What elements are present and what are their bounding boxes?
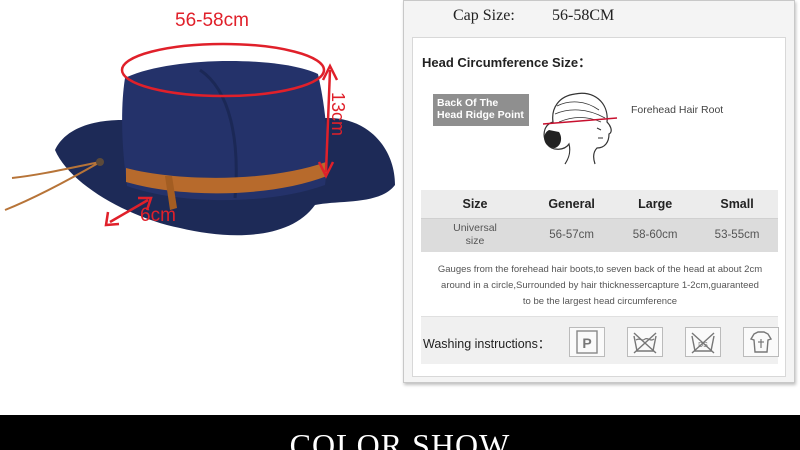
size-chart-panel: Cap Size: 56-58CM Head Circumference Siz… xyxy=(403,0,795,383)
head-circumference-title: Head Circumference Size： xyxy=(422,55,592,70)
size-table-header-row: Size General Large Small xyxy=(421,190,778,219)
general-header: General xyxy=(529,190,615,219)
small-size-cell: 53-55cm xyxy=(696,218,778,252)
large-size-cell: 58-60cm xyxy=(614,218,697,252)
cap-size-row: Cap Size: 56-58CM xyxy=(404,1,794,35)
size-chart-card: Head Circumference Size： Back Of The Hea… xyxy=(412,37,786,377)
measurement-note-line1: Gauges from the forehead hair boots,to s… xyxy=(437,264,763,275)
hat-illustration: 56-58cm 13cm 6cm xyxy=(0,0,400,270)
hang-dry-icon xyxy=(743,327,779,357)
size-header: Size xyxy=(421,190,529,219)
table-row: Universal size 56-57cm 58-60cm 53-55cm xyxy=(421,218,778,252)
head-sketch-icon xyxy=(542,92,618,165)
universal-size-line1: Universal xyxy=(453,222,497,235)
cap-size-label: Cap Size: xyxy=(453,7,515,24)
back-of-head-line2: Head Ridge Point xyxy=(437,109,524,121)
do-not-wash-icon xyxy=(627,327,663,357)
brim-width-label: 6cm xyxy=(140,205,176,226)
measurement-note: Gauges from the forehead hair boots,to s… xyxy=(425,262,775,310)
back-of-head-line1: Back Of The xyxy=(437,97,499,109)
general-size-cell: 56-57cm xyxy=(529,218,615,252)
height-label: 13cm xyxy=(328,92,348,137)
cap-size-value: 56-58CM xyxy=(552,7,615,24)
color-show-banner: COLOR SHOW xyxy=(0,415,800,450)
large-header: Large xyxy=(614,190,697,219)
color-show-title: COLOR SHOW xyxy=(289,427,511,450)
universal-size-cell: Universal size xyxy=(421,218,529,252)
dry-clean-p-text: P xyxy=(582,335,591,351)
do-not-tumble-dry-icon: DS xyxy=(685,327,721,357)
measurement-note-line3: to be the largest head circumference xyxy=(522,296,678,307)
dry-clean-p-icon: P xyxy=(569,327,605,357)
size-table: Size General Large Small Universal size … xyxy=(421,190,778,252)
circumference-label: 56-58cm xyxy=(175,10,249,31)
forehead-hair-root-label: Forehead Hair Root xyxy=(631,104,724,116)
measurement-note-line2: around in a circle,Surrounded by hair th… xyxy=(441,280,759,291)
washing-instructions-label: Washing instructions： xyxy=(423,337,551,351)
back-of-head-label: Back Of The Head Ridge Point xyxy=(433,94,529,126)
small-header: Small xyxy=(696,190,778,219)
washing-instructions-row: Washing instructions： P DS xyxy=(421,316,779,364)
universal-size-line2: size xyxy=(465,235,485,248)
